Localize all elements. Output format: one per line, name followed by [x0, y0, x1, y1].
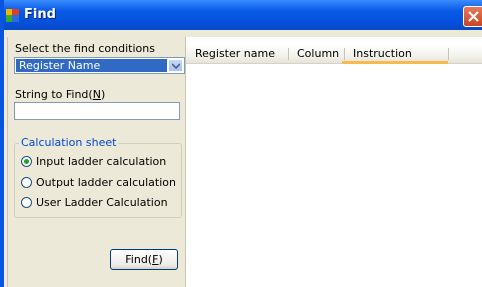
results-list[interactable]	[185, 37, 482, 287]
radio-label: User Ladder Calculation	[36, 196, 168, 209]
title-bar: Find	[0, 0, 482, 30]
window-title: Find	[24, 7, 56, 22]
combobox-dropdown-button[interactable]	[168, 59, 183, 72]
radio-unselected-icon	[21, 177, 32, 188]
column-divider[interactable]	[448, 48, 449, 60]
conditions-combobox[interactable]: Register Name	[14, 57, 185, 74]
chevron-down-icon	[172, 63, 180, 69]
search-label: String to Find(N)	[15, 88, 106, 101]
calculation-sheet-legend: Calculation sheet	[19, 136, 119, 149]
find-button[interactable]: Find(F)	[110, 249, 178, 270]
column-header-register-name[interactable]: Register name	[186, 45, 288, 63]
radio-selected-icon	[21, 156, 32, 167]
column-header-column[interactable]: Column	[288, 45, 344, 63]
close-button[interactable]	[463, 6, 482, 27]
radio-unselected-icon	[21, 197, 32, 208]
search-input[interactable]	[14, 102, 180, 120]
close-icon	[468, 11, 479, 22]
conditions-label: Select the find conditions	[15, 42, 155, 55]
radio-label: Input ladder calculation	[36, 155, 167, 168]
conditions-selected-value: Register Name	[16, 59, 167, 72]
column-hover-indicator	[342, 61, 448, 64]
radio-label: Output ladder calculation	[36, 176, 176, 189]
app-icon	[6, 9, 19, 22]
window-frame-left	[0, 0, 4, 287]
